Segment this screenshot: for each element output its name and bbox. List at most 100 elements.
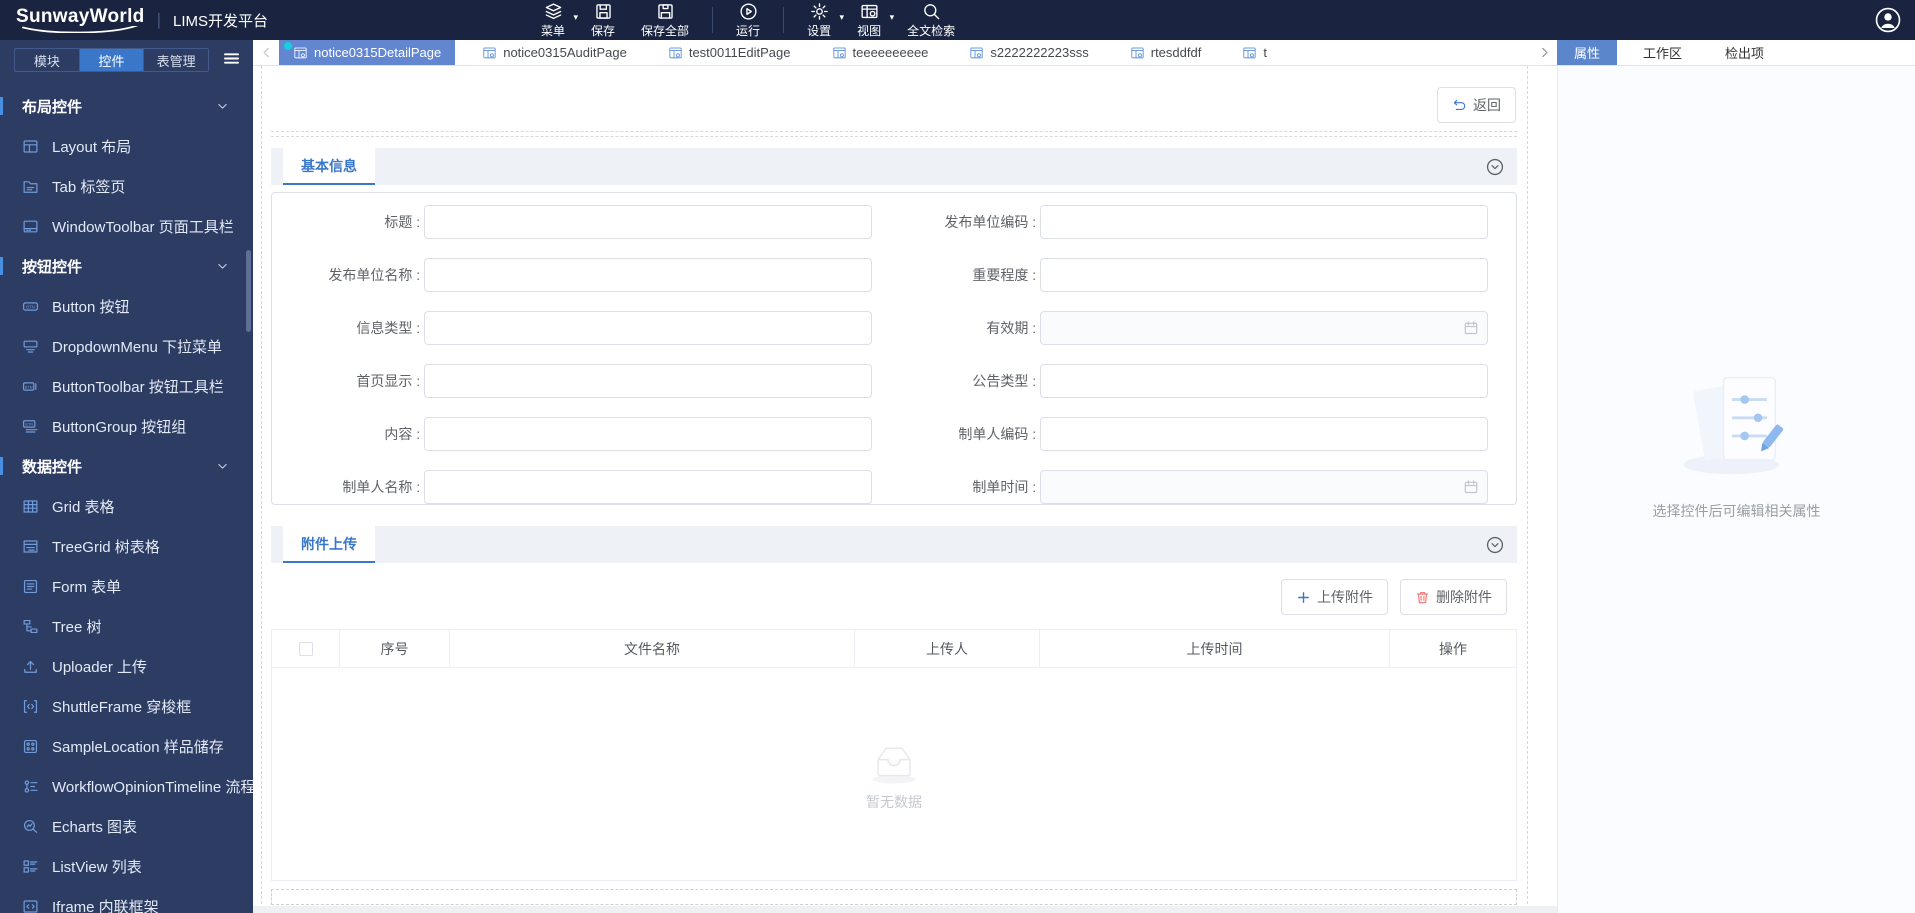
sidebar-item-grid[interactable]: Grid 表格 [0, 486, 253, 526]
collapse-icon[interactable] [1486, 536, 1504, 554]
user-avatar[interactable] [1875, 7, 1901, 33]
toolbar-view-button[interactable]: 视图 ▾ [844, 0, 894, 40]
sidebar-item-button-toolbar[interactable]: BTN ButtonToolbar 按钮工具栏 [0, 366, 253, 406]
field-input-标题[interactable] [424, 205, 872, 239]
sidebar-item-uploader[interactable]: Uploader 上传 [0, 646, 253, 686]
field-input-首页显示[interactable] [424, 364, 872, 398]
sidebar-item-layout[interactable]: Layout 布局 [0, 126, 253, 166]
sidebar-item-form[interactable]: Form 表单 [0, 566, 253, 606]
page-tab[interactable]: notice0315AuditPage [468, 40, 641, 65]
field-input-wrap [424, 417, 872, 451]
toolbar-save-button[interactable]: 保存 [578, 0, 628, 40]
field-input-制单人名称[interactable] [424, 470, 872, 504]
page-tab[interactable]: teeeeeeeeee [818, 40, 943, 65]
tree-grid-icon [22, 538, 39, 555]
sidebar-group-header[interactable]: 布局控件 [0, 86, 253, 126]
field-input-wrap [1040, 205, 1488, 239]
app-header: SunwayWorld | LIMS开发平台 菜单 ▾ 保存 保存全部 运行 设置 ▾ 视图 ▾… [0, 0, 1915, 40]
sidebar-tab-控件[interactable]: 控件 [78, 49, 144, 71]
toolbar-layers-button[interactable]: 菜单 ▾ [528, 0, 578, 40]
toolbar-search-button[interactable]: 全文检索 [894, 0, 968, 40]
attachments-tab[interactable]: 附件上传 [283, 526, 375, 563]
page-tab[interactable]: s2222222223sss [955, 40, 1102, 65]
column-header-上传人: 上传人 [855, 630, 1040, 668]
back-button[interactable]: 返回 [1437, 87, 1516, 123]
panel-tab-属性[interactable]: 属性 [1557, 40, 1618, 65]
sidebar-item-button-group[interactable]: BTN ButtonGroup 按钮组 [0, 406, 253, 446]
field-input-制单人编码[interactable] [1040, 417, 1488, 451]
sidebar-item-tab[interactable]: Tab 标签页 [0, 166, 253, 206]
button-label: 删除附件 [1436, 589, 1492, 605]
attachments-table-body: 暂无数据 [272, 668, 1516, 880]
field-input-有效期[interactable] [1040, 311, 1488, 345]
undo-icon [1452, 98, 1467, 113]
sidebar-item-label: Iframe 内联框架 [52, 898, 159, 913]
tabs-scroll-left-icon[interactable] [253, 40, 279, 65]
toolbar-save-all-button[interactable]: 保存全部 [628, 0, 702, 40]
svg-text:BTN: BTN [26, 304, 35, 309]
collapse-icon[interactable] [1486, 158, 1504, 176]
upload-attachment-button[interactable]: 上传附件 [1281, 579, 1388, 615]
sidebar-item-label: Uploader 上传 [52, 658, 148, 676]
field-input-wrap [424, 364, 872, 398]
panel-tab-检出项[interactable]: 检出项 [1708, 40, 1781, 65]
sidebar-item-list-view[interactable]: ListView 列表 [0, 846, 253, 886]
form-field: 重要程度 [908, 258, 1488, 292]
toolbar-run-button[interactable]: 运行 [723, 0, 773, 40]
sidebar-item-echarts[interactable]: Echarts 图表 [0, 806, 253, 846]
sidebar-item-label: WorkflowOpinionTimeline 流程时间轴 [52, 778, 253, 796]
delete-attachment-button[interactable]: 删除附件 [1400, 579, 1507, 615]
sidebar-item-shuttle-frame[interactable]: ShuttleFrame 穿梭框 [0, 686, 253, 726]
sidebar-item-label: ShuttleFrame 穿梭框 [52, 698, 192, 716]
page-icon [1242, 46, 1257, 60]
sidebar-tab-表管理[interactable]: 表管理 [143, 49, 208, 71]
sidebar-tabrow: 模块 控件 表管理 [14, 48, 241, 72]
sidebar-item-tree[interactable]: Tree 树 [0, 606, 253, 646]
sidebar-scrollbar[interactable] [246, 250, 251, 332]
field-input-wrap [1040, 364, 1488, 398]
modified-dot [284, 42, 292, 50]
sidebar-item-dropdown-menu[interactable]: DropdownMenu 下拉菜单 [0, 326, 253, 366]
field-input-信息类型[interactable] [424, 311, 872, 345]
page-tab[interactable]: rtesddfdf [1116, 40, 1216, 65]
select-all-checkbox[interactable] [298, 642, 313, 656]
page-tab[interactable]: test0011EditPage [654, 40, 805, 65]
sidebar-item-iframe[interactable]: Iframe 内联框架 [0, 886, 253, 913]
sidebar-group-title: 数据控件 [22, 458, 83, 476]
sidebar-item-tree-grid[interactable]: TreeGrid 树表格 [0, 526, 253, 566]
basic-info-tab[interactable]: 基本信息 [283, 148, 375, 185]
app-logo[interactable]: SunwayWorld [16, 7, 145, 33]
field-input-发布单位编码[interactable] [1040, 205, 1488, 239]
sidebar-item-window-toolbar[interactable]: WindowToolbar 页面工具栏 [0, 206, 253, 246]
field-input-制单时间[interactable] [1040, 470, 1488, 504]
field-input-发布单位名称[interactable] [424, 258, 872, 292]
toolbar-label: 菜单 [541, 24, 566, 38]
sidebar-group-header[interactable]: 数据控件 [0, 446, 253, 486]
page-tab[interactable]: t [1228, 40, 1281, 65]
column-header-序号: 序号 [340, 630, 450, 668]
field-input-内容[interactable] [424, 417, 872, 451]
toolbar-gear-button[interactable]: 设置 ▾ [794, 0, 844, 40]
form-field: 制单人编码 [908, 417, 1488, 451]
user-icon [1875, 7, 1901, 33]
panel-tab-工作区[interactable]: 工作区 [1626, 40, 1699, 65]
save-all-icon [656, 2, 675, 21]
sidebar-tab-模块[interactable]: 模块 [15, 49, 79, 71]
layout-icon [22, 138, 39, 155]
sidebar-group-header[interactable]: 按钮控件 [0, 246, 253, 286]
sidebar-item-label: SampleLocation 样品储存 [52, 738, 224, 756]
field-input-重要程度[interactable] [1040, 258, 1488, 292]
chevron-down-icon [216, 260, 229, 273]
toolbar-divider [712, 7, 714, 33]
field-input-公告类型[interactable] [1040, 364, 1488, 398]
sidebar-item-workflow-timeline[interactable]: WorkflowOpinionTimeline 流程时间轴 [0, 766, 253, 806]
page-tab[interactable]: notice0315DetailPage [279, 40, 456, 65]
sidebar-item-button[interactable]: BTN Button 按钮 [0, 286, 253, 326]
tabs-scroll-right-icon[interactable] [1531, 40, 1557, 65]
chevron-down-icon [216, 100, 229, 113]
attachments-table: 序号 文件名称 上传人 上传时间 操作 暂无数据 [271, 629, 1517, 881]
properties-empty-text: 选择控件后可编辑相关属性 [1652, 503, 1821, 519]
hamburger-icon[interactable] [222, 49, 241, 71]
field-label: 发布单位名称 [292, 265, 424, 285]
sidebar-item-sample-location[interactable]: SampleLocation 样品储存 [0, 726, 253, 766]
